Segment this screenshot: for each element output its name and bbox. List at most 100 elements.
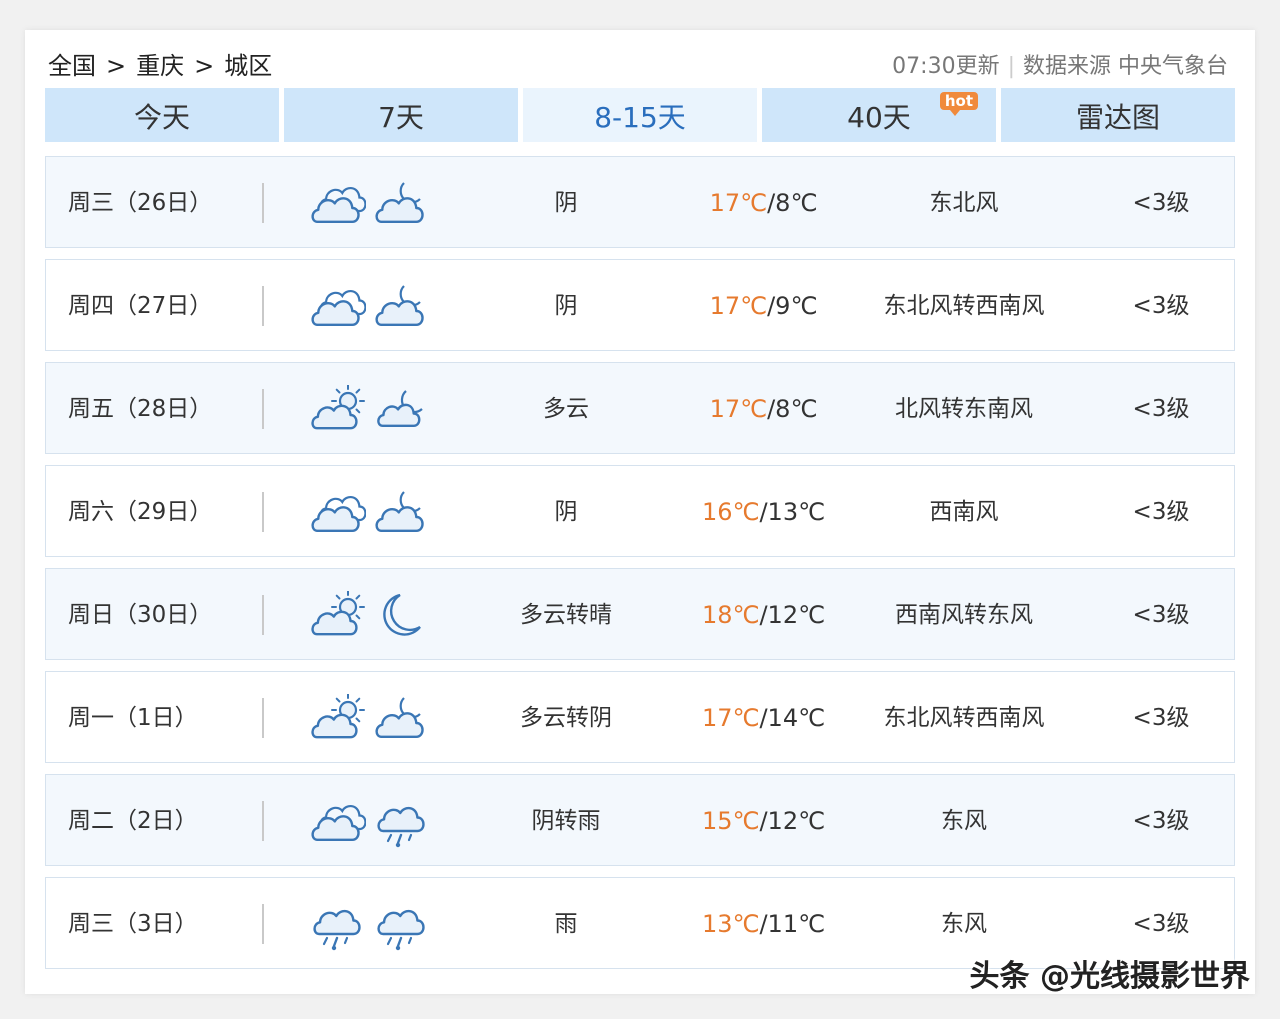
weather-icons	[310, 385, 430, 435]
low-temp: 13℃	[767, 498, 826, 526]
wind-direction: 东北风转西南风	[883, 705, 1045, 731]
temp-slash: /	[759, 601, 768, 629]
wind-level: <3级	[1132, 293, 1190, 319]
temp-slash: /	[767, 292, 776, 320]
cloud-icon	[311, 496, 366, 532]
low-temp: 9℃	[775, 292, 818, 320]
high-temp: 16℃	[701, 498, 760, 526]
tab-label: 40天	[847, 101, 911, 134]
low-temp: 12℃	[767, 807, 826, 835]
partly-cloudy-day-icon	[311, 694, 365, 739]
wind-direction: 东北风转西南风	[883, 293, 1045, 319]
low-temp: 8℃	[775, 395, 818, 423]
temp-slash: /	[767, 395, 776, 423]
wind-level: <3级	[1132, 602, 1190, 628]
temp-slash: /	[767, 189, 776, 217]
tab-radar[interactable]: 雷达图	[1001, 88, 1235, 142]
forecast-row: 周三（26日） 阴 17℃/8℃ 东北风 <3级	[45, 156, 1235, 248]
day-label: 周四（27日）	[68, 293, 213, 319]
weather-icons	[310, 488, 430, 538]
tab-40-days[interactable]: 40天 hot	[762, 88, 996, 142]
weather-icons	[310, 900, 430, 951]
forecast-tabs: 今天 7天 8-15天 40天 hot 雷达图	[45, 88, 1235, 142]
row-divider	[262, 801, 264, 841]
day-label: 周三（3日）	[68, 911, 198, 937]
rain-icon	[313, 909, 361, 951]
breadcrumb-district: 城区	[224, 52, 273, 80]
temperature: 17℃/9℃	[686, 260, 841, 352]
condition-text: 阴	[554, 190, 578, 216]
condition-text: 雨	[554, 911, 578, 937]
weather-icons	[310, 179, 430, 229]
day-label: 周三（26日）	[68, 190, 213, 216]
high-temp: 18℃	[701, 601, 760, 629]
forecast-row: 周四（27日） 阴 17℃/9℃ 东北风转西南风 <3级	[45, 259, 1235, 351]
condition-text: 阴转雨	[531, 808, 601, 834]
day-label: 周一（1日）	[68, 705, 198, 731]
high-temp: 15℃	[701, 807, 760, 835]
wind-level: <3级	[1132, 705, 1190, 731]
breadcrumb-separator: >	[106, 52, 127, 80]
day-label: 周二（2日）	[68, 808, 198, 834]
temperature: 16℃/13℃	[686, 466, 841, 558]
condition-text: 阴	[554, 293, 578, 319]
row-divider	[262, 698, 264, 738]
row-divider	[262, 595, 264, 635]
condition-text: 多云转阴	[520, 705, 612, 731]
forecast-row: 周二（2日） 阴转雨 15℃/12℃ 东风 <3级	[45, 774, 1235, 866]
wind-level: <3级	[1132, 190, 1190, 216]
watermark: 头条 @光线摄影世界	[969, 959, 1250, 994]
cloud-icon	[311, 187, 366, 223]
high-temp: 17℃	[709, 292, 768, 320]
temperature: 17℃/8℃	[686, 157, 841, 249]
breadcrumb-country[interactable]: 全国	[48, 46, 96, 81]
low-temp: 8℃	[775, 189, 818, 217]
row-divider	[262, 904, 264, 944]
forecast-row: 周五（28日） 多云 17℃/8℃ 北风转东南风 <3级	[45, 362, 1235, 454]
source-label: 数据来源 中央气象台	[1023, 54, 1228, 79]
tab-label: 今天	[133, 101, 190, 134]
rain-icon	[377, 909, 425, 951]
breadcrumb-separator: >	[194, 52, 215, 80]
top-bar: 全国 > 重庆 > 城区 07:30更新 | 数据来源 中央气象台	[48, 46, 1228, 82]
rain-icon	[377, 806, 425, 848]
cloud-moon-icon	[375, 491, 424, 532]
cloud-icon	[311, 290, 366, 326]
row-divider	[262, 286, 264, 326]
moon-icon	[383, 593, 421, 636]
forecast-row: 周日（30日） 多云转晴 18℃/12℃ 西南风转东风 <3级	[45, 568, 1235, 660]
wind-direction: 东北风	[929, 190, 999, 216]
cloud-moon-icon	[375, 697, 424, 738]
temperature: 17℃/14℃	[686, 672, 841, 764]
tab-label: 雷达图	[1075, 101, 1160, 134]
update-time: 07:30更新	[892, 54, 1000, 79]
temperature: 18℃/12℃	[686, 569, 841, 661]
row-divider	[262, 389, 264, 429]
weather-icons	[310, 591, 430, 641]
wind-direction: 西南风	[929, 499, 999, 525]
temp-slash: /	[759, 704, 768, 732]
partly-cloudy-day-icon	[311, 385, 365, 430]
tab-7-days[interactable]: 7天	[284, 88, 518, 142]
breadcrumb-province[interactable]: 重庆	[136, 46, 184, 81]
temperature: 17℃/8℃	[686, 363, 841, 455]
high-temp: 17℃	[709, 189, 768, 217]
tab-today[interactable]: 今天	[45, 88, 279, 142]
wind-direction: 西南风转东风	[895, 602, 1033, 628]
temp-slash: /	[759, 498, 768, 526]
low-temp: 12℃	[767, 601, 826, 629]
day-label: 周五（28日）	[68, 396, 213, 422]
condition-text: 多云	[543, 396, 589, 422]
high-temp: 17℃	[701, 704, 760, 732]
cloud-moon-icon	[375, 182, 424, 223]
tab-label: 7天	[378, 101, 424, 134]
partly-cloudy-day-icon	[311, 591, 365, 636]
day-label: 周六（29日）	[68, 499, 213, 525]
tab-label: 8-15天	[594, 101, 686, 134]
high-temp: 13℃	[701, 910, 760, 938]
forecast-row: 周六（29日） 阴 16℃/13℃ 西南风 <3级	[45, 465, 1235, 557]
hot-badge: hot	[939, 92, 978, 116]
condition-text: 阴	[554, 499, 578, 525]
tab-8-15-days[interactable]: 8-15天	[523, 88, 757, 142]
low-temp: 11℃	[767, 910, 826, 938]
